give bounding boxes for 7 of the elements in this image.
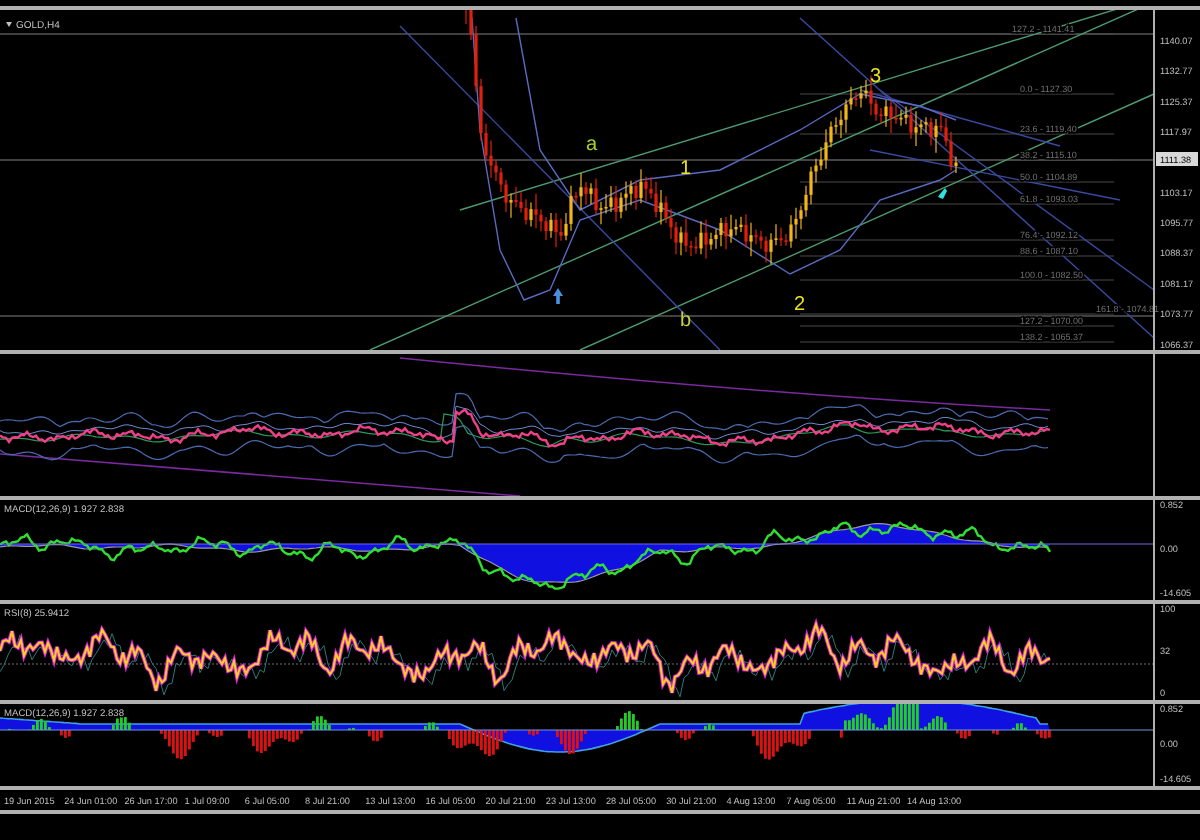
wave-label: a <box>586 134 598 156</box>
arrow-icon <box>553 288 563 304</box>
arrow-icon <box>938 188 947 199</box>
wave-label: b <box>680 310 692 332</box>
wave-label: 1 <box>680 158 692 180</box>
wave-label: 2 <box>794 294 806 316</box>
wave-label: 3 <box>870 66 882 88</box>
